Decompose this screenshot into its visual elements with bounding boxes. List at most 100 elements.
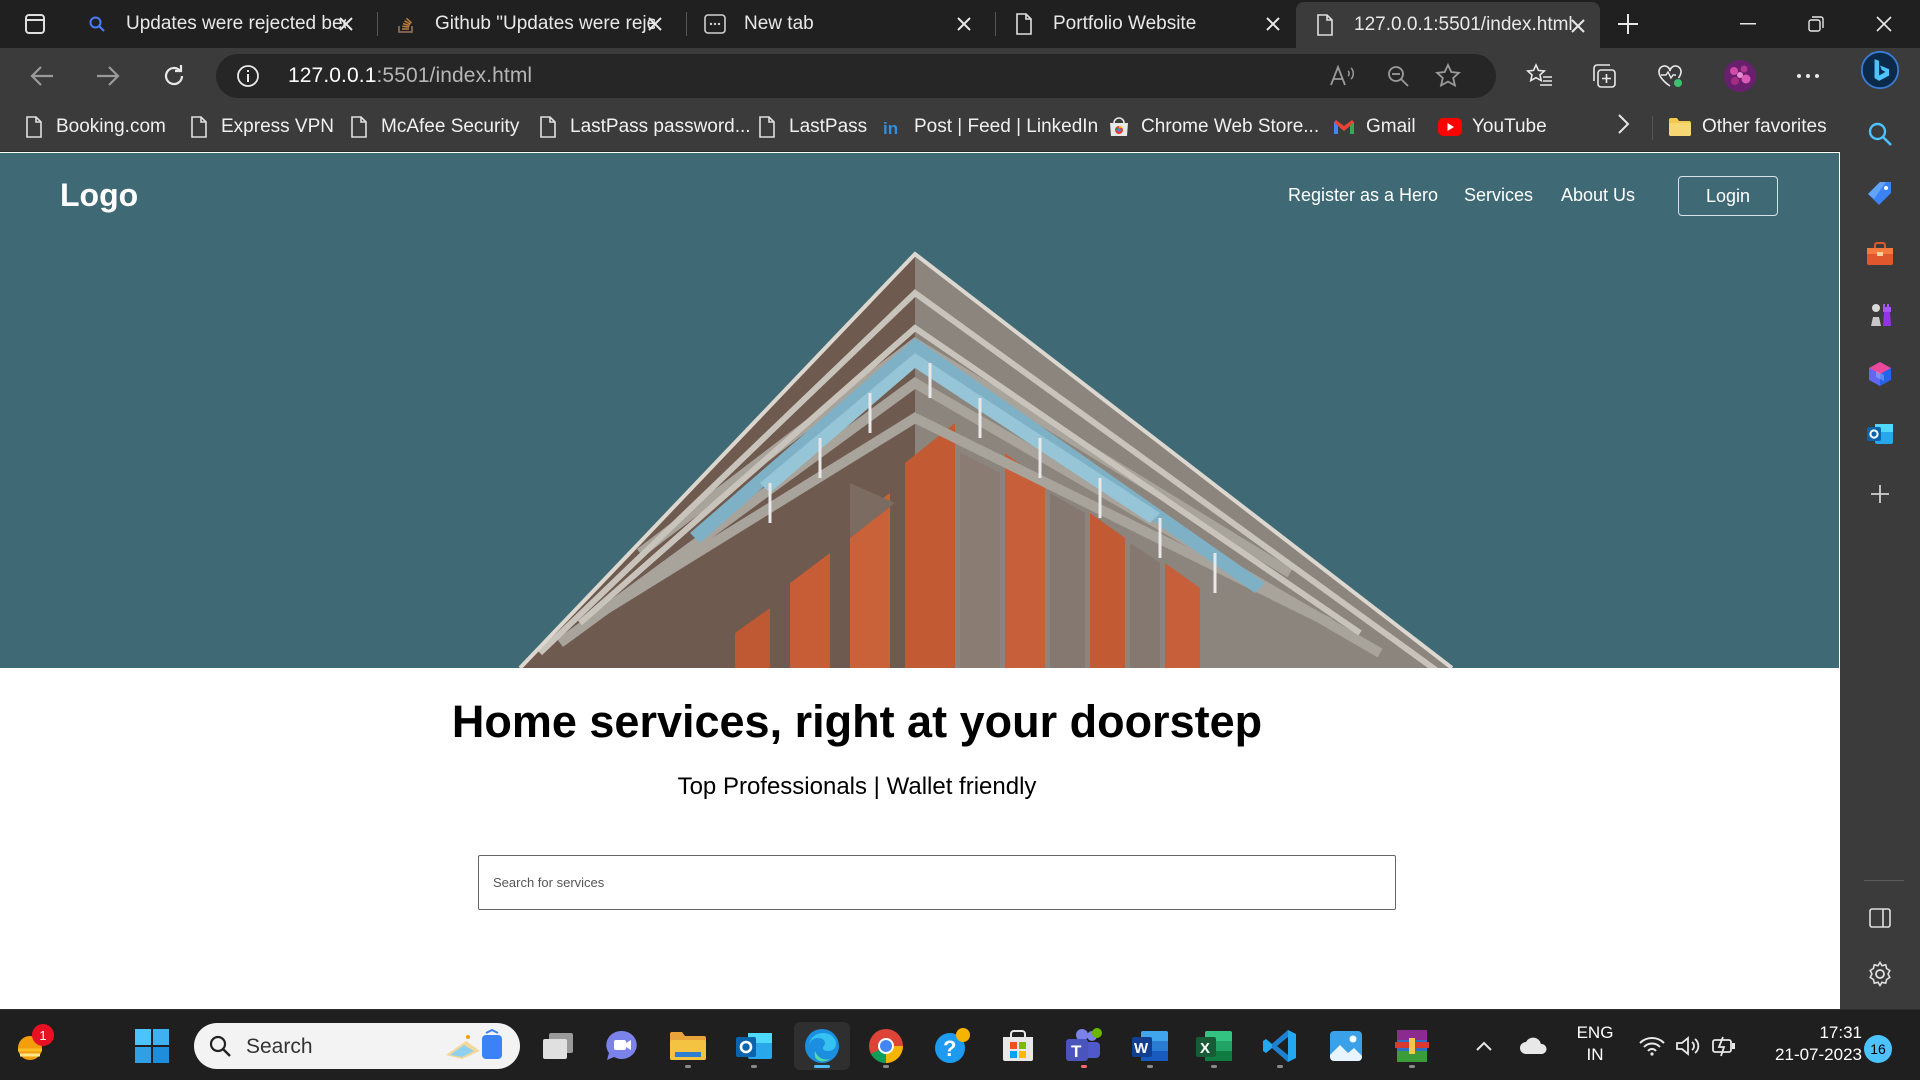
wifi-icon[interactable] — [1634, 1022, 1670, 1070]
photos-taskbar-icon[interactable] — [1322, 1022, 1370, 1070]
battery-charging-icon[interactable] — [1706, 1022, 1742, 1070]
word-taskbar-icon[interactable]: W — [1126, 1022, 1174, 1070]
notification-count-badge[interactable]: 16 — [1864, 1035, 1892, 1063]
login-button[interactable]: Login — [1678, 176, 1778, 216]
refresh-button[interactable] — [154, 58, 194, 94]
edge-sidebar — [1840, 48, 1920, 1009]
stackoverflow-icon — [393, 11, 419, 37]
service-search-input[interactable] — [479, 856, 1395, 909]
more-menu-icon[interactable] — [1788, 58, 1828, 94]
close-window-button[interactable] — [1850, 0, 1918, 48]
tools-briefcase-icon[interactable] — [1860, 234, 1900, 274]
language-code: ENG — [1576, 1023, 1614, 1042]
site-logo[interactable]: Logo — [60, 177, 138, 214]
task-view-icon[interactable] — [534, 1022, 582, 1070]
close-icon[interactable] — [952, 12, 976, 36]
favorite-linkedin[interactable]: in Post | Feed | LinkedIn — [880, 104, 1098, 150]
search-icon[interactable] — [1860, 114, 1900, 154]
new-tab-button[interactable] — [1612, 8, 1644, 40]
outlook-icon[interactable] — [1860, 414, 1900, 454]
close-icon[interactable] — [1261, 12, 1285, 36]
close-icon[interactable] — [334, 12, 358, 36]
favorite-label: Chrome Web Store... — [1141, 116, 1320, 137]
add-sidebar-app-icon[interactable] — [1860, 474, 1900, 514]
minimize-button[interactable] — [1714, 0, 1782, 48]
tab-localhost-index[interactable]: 127.0.0.1:5501/index.html — [1296, 2, 1600, 48]
add-favorite-star-icon[interactable] — [1432, 62, 1464, 90]
winrar-taskbar-icon[interactable] — [1388, 1022, 1436, 1070]
vscode-taskbar-icon[interactable] — [1256, 1022, 1304, 1070]
tab-portfolio-website[interactable]: Portfolio Website — [995, 0, 1295, 48]
microsoft-store-icon[interactable] — [994, 1022, 1042, 1070]
weather-widget-icon[interactable]: 1 — [6, 1022, 54, 1070]
edge-taskbar-icon[interactable] — [794, 1022, 850, 1070]
games-chess-icon[interactable] — [1860, 294, 1900, 334]
favorites-icon[interactable] — [1520, 58, 1560, 94]
hero-section: Logo Register as a Hero Services About U… — [0, 153, 1839, 668]
search-highlight-icon — [440, 1028, 510, 1063]
page-subheadline: Top Professionals | Wallet friendly — [677, 773, 1037, 800]
tab-title: Github "Updates were reje — [435, 13, 655, 34]
sidebar-settings-icon[interactable] — [1860, 954, 1900, 994]
url-host: 127.0.0.1 — [288, 64, 377, 87]
tab-new-tab[interactable]: New tab — [686, 0, 986, 48]
favorite-youtube[interactable]: YouTube — [1438, 104, 1547, 150]
shopping-tag-icon[interactable] — [1860, 174, 1900, 214]
favorites-overflow-button[interactable] — [1616, 104, 1630, 150]
clock[interactable]: 17:31 21-07-2023 — [1752, 1022, 1862, 1066]
volume-icon[interactable] — [1670, 1022, 1706, 1070]
profile-avatar[interactable] — [1720, 58, 1760, 94]
forward-button[interactable] — [88, 58, 128, 94]
service-search-box[interactable] — [478, 855, 1396, 910]
teams-taskbar-icon[interactable]: T — [1060, 1022, 1108, 1070]
zoom-out-icon[interactable] — [1382, 62, 1414, 90]
get-help-icon[interactable]: ? — [928, 1022, 976, 1070]
hide-sidebar-icon[interactable] — [1860, 898, 1900, 938]
show-hidden-icons-chevron-up-icon[interactable] — [1466, 1022, 1502, 1070]
language-indicator[interactable]: ENG IN — [1570, 1022, 1620, 1066]
favorite-chrome-web-store[interactable]: Chrome Web Store... — [1107, 104, 1319, 150]
collections-icon[interactable] — [1584, 58, 1624, 94]
onedrive-icon[interactable] — [1514, 1022, 1554, 1070]
nav-link-register-hero[interactable]: Register as a Hero — [1288, 185, 1438, 206]
restore-button[interactable] — [1782, 0, 1850, 48]
other-favorites-folder[interactable]: Other favorites — [1668, 104, 1827, 150]
favorite-gmail[interactable]: Gmail — [1332, 104, 1416, 150]
tab-github-updates[interactable]: Github "Updates were reje — [377, 0, 677, 48]
chrome-taskbar-icon[interactable] — [862, 1022, 910, 1070]
back-button[interactable] — [22, 58, 62, 94]
tab-title: Updates were rejected bec — [126, 13, 346, 34]
teams-chat-icon[interactable] — [598, 1022, 646, 1070]
tab-strip: Updates were rejected bec Github "Update… — [0, 0, 1920, 48]
running-indicator — [685, 1065, 691, 1068]
favorite-label: Post | Feed | LinkedIn — [914, 116, 1099, 137]
outlook-taskbar-icon[interactable] — [730, 1022, 778, 1070]
page-icon — [187, 115, 211, 139]
bing-copilot-icon[interactable] — [1860, 50, 1900, 90]
browser-essentials-icon[interactable] — [1650, 58, 1690, 94]
tab-updates-rejected[interactable]: Updates were rejected bec — [68, 0, 368, 48]
taskbar-search-box[interactable]: Search — [194, 1023, 520, 1069]
file-explorer-icon[interactable] — [664, 1022, 712, 1070]
close-icon[interactable] — [1566, 14, 1590, 38]
favorite-express-vpn[interactable]: Express VPN — [187, 104, 334, 150]
favorite-lastpass[interactable]: LastPass — [755, 104, 867, 150]
favorite-booking[interactable]: Booking.com — [22, 104, 166, 150]
favorite-lastpass-password[interactable]: LastPass password... — [536, 104, 751, 150]
nav-link-services[interactable]: Services — [1464, 185, 1533, 206]
svg-text:X: X — [1200, 1040, 1210, 1057]
site-info-icon[interactable] — [236, 64, 260, 88]
address-bar[interactable]: 127.0.0.1:5501/index.html — [216, 54, 1496, 98]
weather-badge: 1 — [32, 1024, 54, 1046]
nav-link-about-us[interactable]: About Us — [1561, 185, 1635, 206]
close-icon[interactable] — [643, 12, 667, 36]
url-text[interactable]: 127.0.0.1:5501/index.html — [288, 64, 532, 88]
read-aloud-icon[interactable] — [1326, 62, 1358, 90]
clock-time: 17:31 — [1819, 1023, 1862, 1042]
microsoft-365-icon[interactable] — [1860, 354, 1900, 394]
favorite-mcafee[interactable]: McAfee Security — [347, 104, 519, 150]
tab-actions-icon[interactable] — [14, 8, 56, 40]
start-button[interactable] — [128, 1022, 176, 1070]
excel-taskbar-icon[interactable]: X — [1190, 1022, 1238, 1070]
favorite-label: Gmail — [1366, 116, 1416, 137]
